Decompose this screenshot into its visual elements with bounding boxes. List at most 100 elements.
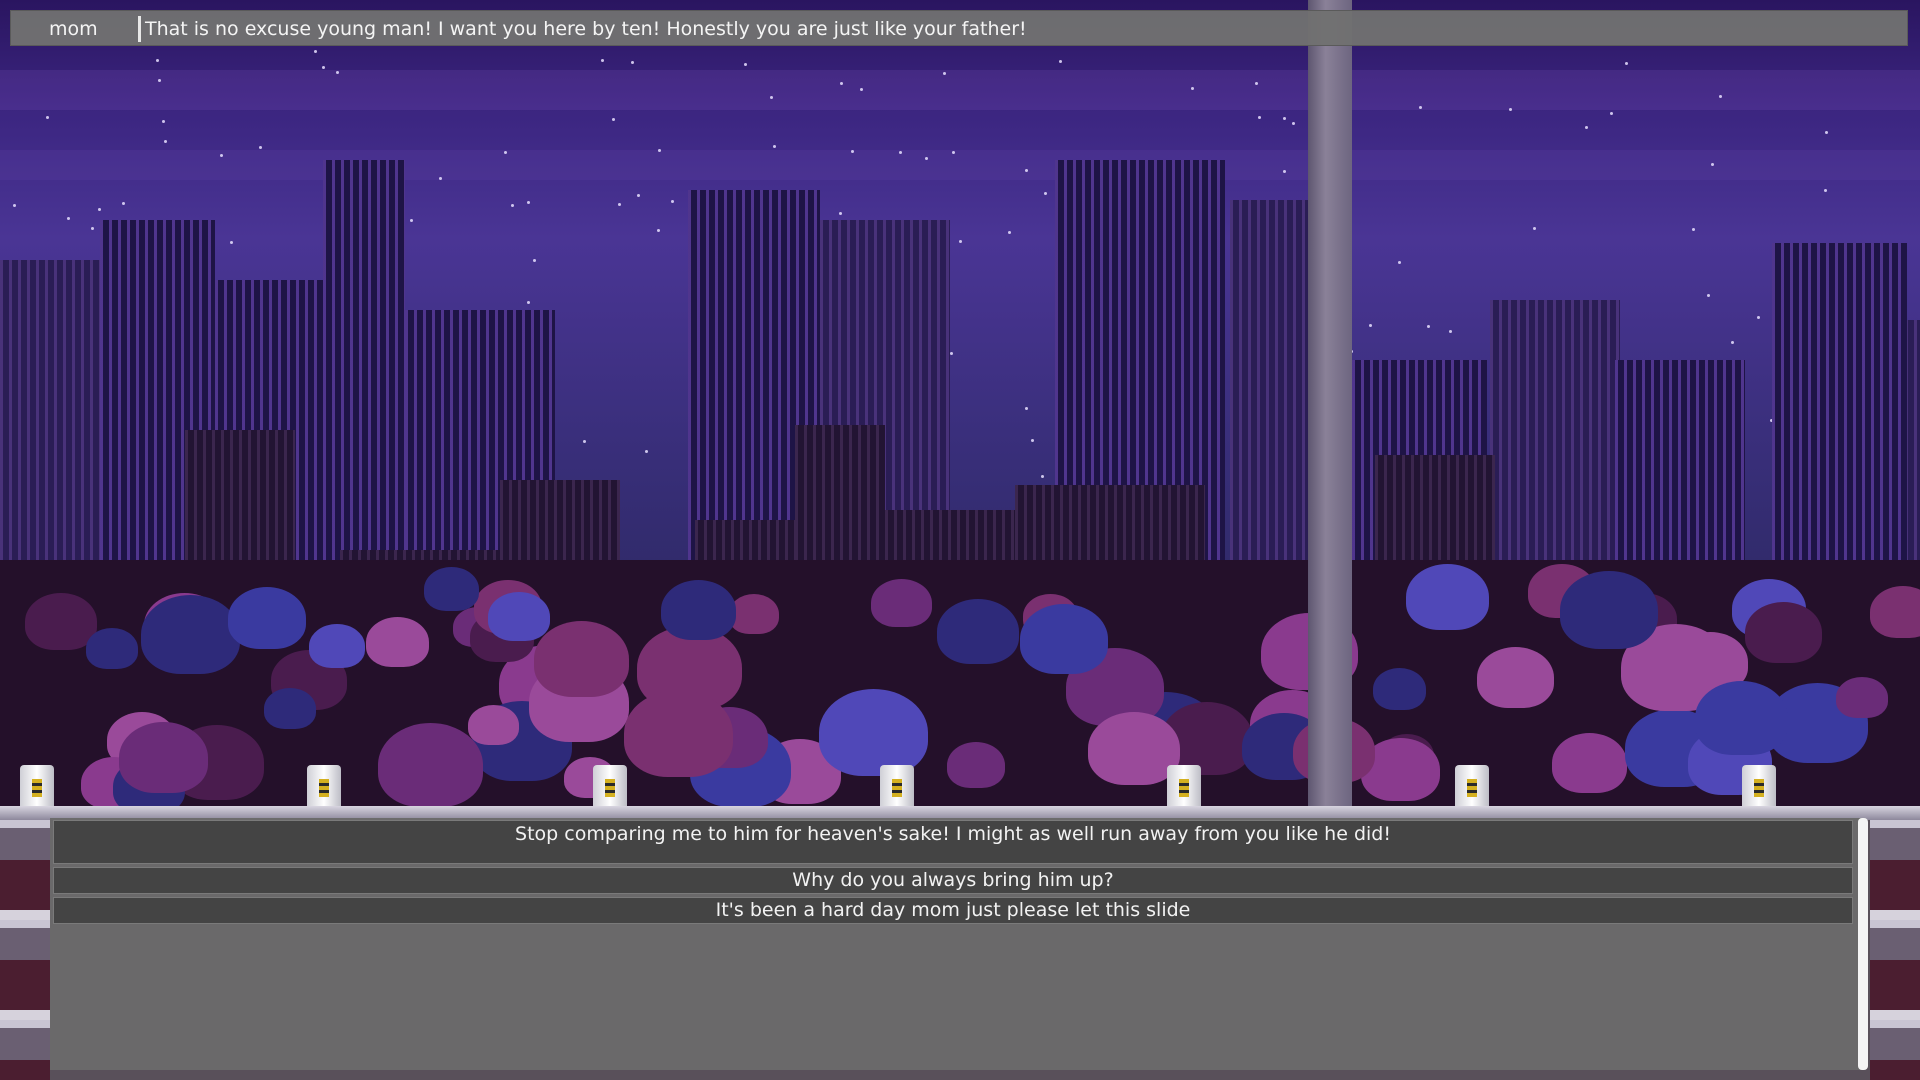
- game-scene: mom That is no excuse young man! I want …: [0, 0, 1920, 1080]
- star: [220, 154, 223, 157]
- dialogue-bar: mom That is no excuse young man! I want …: [10, 10, 1908, 46]
- star: [952, 151, 955, 154]
- foliage-bush: [534, 621, 629, 697]
- star: [1824, 189, 1827, 192]
- star: [67, 217, 70, 220]
- foliage-bush: [1020, 604, 1108, 674]
- foliage-bush: [1560, 571, 1658, 649]
- star: [645, 450, 648, 453]
- star: [1031, 439, 1034, 442]
- star: [773, 145, 776, 148]
- star: [1757, 316, 1760, 319]
- star: [1008, 231, 1011, 234]
- star: [744, 63, 747, 66]
- star: [1025, 407, 1028, 410]
- star: [1059, 60, 1062, 63]
- choice-button[interactable]: Stop comparing me to him for heaven's sa…: [53, 820, 1853, 864]
- foliage-bush: [378, 723, 483, 807]
- star: [1719, 95, 1722, 98]
- dialogue-line: That is no excuse young man! I want you …: [145, 18, 1027, 40]
- star: [533, 259, 536, 262]
- star: [950, 352, 953, 355]
- star: [1585, 126, 1588, 129]
- star: [658, 149, 661, 152]
- star: [91, 227, 94, 230]
- foliage-bush: [1695, 681, 1788, 755]
- star: [259, 146, 262, 149]
- star: [770, 96, 773, 99]
- star: [1509, 108, 1512, 111]
- star: [162, 120, 165, 123]
- railing-post: [1742, 765, 1776, 809]
- star: [1419, 106, 1422, 109]
- foliage-bush: [468, 705, 519, 745]
- railing-post: [1455, 765, 1489, 809]
- foliage-bush: [729, 594, 779, 634]
- foliage-bush: [119, 722, 208, 793]
- star: [1533, 227, 1536, 230]
- star: [1427, 325, 1430, 328]
- speaker-divider: [138, 16, 141, 42]
- foliage-bush: [424, 567, 479, 611]
- window-frame-pillar: [1308, 0, 1352, 820]
- star: [1692, 228, 1695, 231]
- star: [46, 116, 49, 119]
- foliage-bush: [1745, 602, 1822, 663]
- star: [1610, 112, 1613, 115]
- star: [618, 203, 621, 206]
- star: [156, 59, 159, 62]
- star: [1292, 122, 1295, 125]
- foliage-bush: [624, 690, 733, 777]
- foliage-bush: [947, 742, 1005, 788]
- star: [314, 50, 317, 53]
- star: [1825, 131, 1828, 134]
- star: [410, 219, 413, 222]
- star: [631, 61, 634, 64]
- foliage-bush: [86, 628, 138, 669]
- star: [158, 79, 161, 82]
- star: [511, 204, 514, 207]
- star: [1398, 261, 1401, 264]
- star: [1283, 117, 1286, 120]
- foliage-bush: [1477, 647, 1554, 708]
- foliage-bush: [1836, 677, 1888, 718]
- star: [1258, 116, 1261, 119]
- star: [851, 150, 854, 153]
- foliage-bush: [264, 688, 316, 729]
- star: [230, 241, 233, 244]
- foliage-bush: [366, 617, 429, 667]
- star: [164, 140, 167, 143]
- choices-scrollbar[interactable]: [1858, 818, 1868, 1070]
- foliage-bush: [1406, 564, 1489, 630]
- sky-cloud-band: [0, 150, 1920, 180]
- railing-post: [593, 765, 627, 809]
- star: [899, 151, 902, 154]
- star: [840, 82, 843, 85]
- foliage-bush: [141, 595, 240, 674]
- ground-edge-left: [0, 820, 50, 1080]
- star: [13, 204, 16, 207]
- foliage-bush: [937, 599, 1019, 664]
- tree-line: [0, 560, 1920, 820]
- star: [1025, 169, 1028, 172]
- foliage-bush: [309, 624, 365, 668]
- star: [601, 59, 604, 62]
- star: [527, 201, 530, 204]
- star: [504, 151, 507, 154]
- star: [657, 229, 660, 232]
- star: [1044, 192, 1047, 195]
- sky-cloud-band: [0, 70, 1920, 110]
- choice-button[interactable]: It's been a hard day mom just please let…: [53, 897, 1853, 924]
- railing-post: [20, 765, 54, 809]
- star: [1283, 170, 1286, 173]
- railing-post: [1167, 765, 1201, 809]
- star: [527, 301, 530, 304]
- choices-panel: Stop comparing me to him for heaven's sa…: [50, 818, 1862, 1070]
- star: [959, 240, 962, 243]
- star: [122, 202, 125, 205]
- choice-button[interactable]: Why do you always bring him up?: [53, 867, 1853, 894]
- foliage-bush: [488, 592, 550, 641]
- star: [612, 118, 615, 121]
- star: [439, 177, 442, 180]
- star: [322, 66, 325, 69]
